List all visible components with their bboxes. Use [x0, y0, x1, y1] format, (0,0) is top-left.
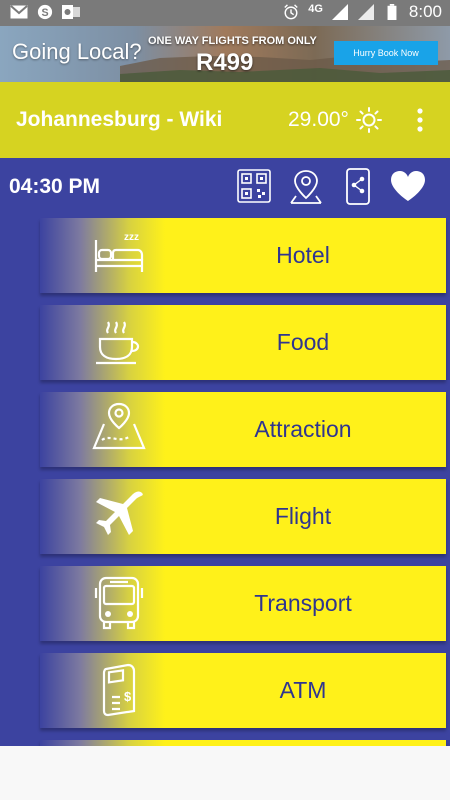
local-time: 04:30 PM	[9, 175, 101, 198]
menu-item-flight[interactable]: Flight	[40, 479, 446, 554]
menu-label: Transport	[254, 590, 352, 616]
battery-icon	[387, 4, 397, 20]
temperature: 29.00°	[288, 108, 349, 131]
ad-banner[interactable]: Going Local? ONE WAY FLIGHTS FROM ONLY R…	[0, 26, 450, 82]
ad-book-button[interactable]: Hurry Book Now	[334, 41, 438, 65]
bottom-area	[0, 746, 450, 800]
menu-label: ATM	[279, 677, 327, 703]
share-icon[interactable]	[340, 168, 376, 206]
menu-item-transport[interactable]: Transport	[40, 566, 446, 641]
bus-icon	[94, 576, 144, 630]
outlook-icon	[62, 5, 80, 19]
location-pin-icon[interactable]	[288, 168, 324, 206]
map-pin-icon	[92, 402, 146, 450]
main-content: 04:30 PM zzz Hotel Food Attraction Fligh…	[0, 158, 450, 746]
atm-icon: $	[102, 663, 136, 717]
menu-item-atm[interactable]: $ ATM	[40, 653, 446, 728]
overflow-menu-icon[interactable]	[410, 106, 430, 134]
menu-label: Food	[276, 329, 330, 355]
ad-subtitle: ONE WAY FLIGHTS FROM ONLY	[148, 35, 317, 47]
status-time: 8:00	[408, 2, 442, 21]
bed-icon: zzz	[94, 232, 144, 272]
page-title: Johannesburg - Wiki	[16, 108, 223, 131]
signal-icon	[357, 4, 374, 20]
alarm-icon	[284, 4, 298, 20]
heart-icon[interactable]	[389, 168, 427, 206]
status-bar: S 4G 8:00	[0, 0, 450, 26]
signal-icon	[331, 4, 348, 20]
sun-icon	[356, 107, 382, 133]
menu-label: Hotel	[276, 242, 330, 268]
menu-label: Attraction	[254, 416, 352, 442]
qr-code-icon[interactable]	[236, 168, 272, 206]
coffee-cup-icon	[96, 321, 140, 365]
svg-text:S: S	[41, 7, 48, 19]
airplane-icon	[96, 491, 143, 535]
skype-icon: S	[37, 4, 53, 20]
svg-text:zzz: zzz	[124, 232, 139, 243]
menu-item-food[interactable]: Food	[40, 305, 446, 380]
app-bar: Johannesburg - Wiki 29.00°	[0, 82, 450, 158]
menu-label: Flight	[274, 503, 332, 529]
ad-price: R499	[196, 49, 254, 76]
menu-item-hotel[interactable]: zzz Hotel	[40, 218, 446, 293]
svg-text:$: $	[124, 689, 132, 704]
network-type: 4G	[308, 3, 323, 15]
menu-item-attraction[interactable]: Attraction	[40, 392, 446, 467]
gmail-icon	[10, 5, 28, 19]
ad-title: Going Local?	[12, 39, 142, 64]
